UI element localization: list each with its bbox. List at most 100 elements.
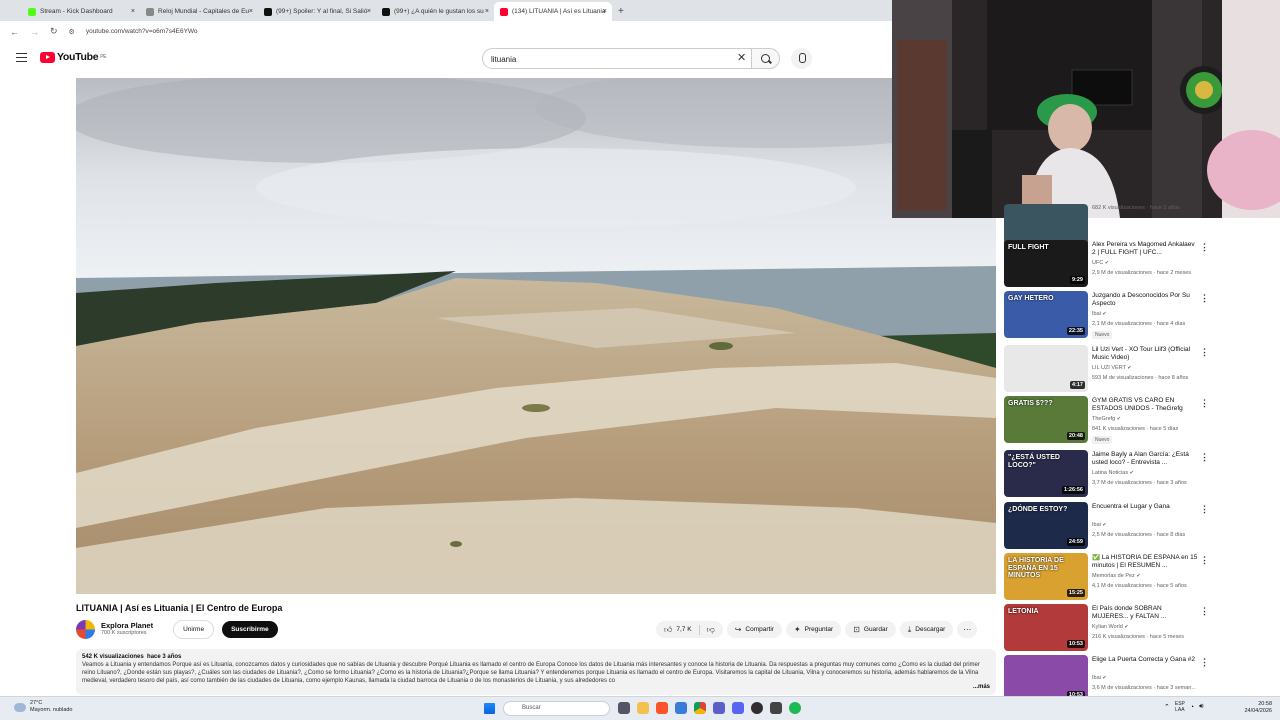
video-thumbnail[interactable]: 10:53: [1004, 655, 1088, 702]
brave-icon[interactable]: [656, 702, 668, 714]
tab-close-icon[interactable]: ×: [485, 8, 489, 15]
tab-close-icon[interactable]: ×: [131, 8, 135, 15]
more-options-icon[interactable]: ⋮: [1200, 657, 1209, 668]
url-field[interactable]: youtube.com/watch?v=o6m7s4E6YWo: [86, 28, 198, 35]
spotify-icon[interactable]: [789, 702, 801, 714]
more-options-icon[interactable]: ⋮: [1200, 555, 1209, 566]
video-thumbnail[interactable]: "¿ESTÁ USTED LOCO?" 1:26:56: [1004, 450, 1088, 497]
menu-icon[interactable]: [16, 53, 27, 62]
recommendation-channel[interactable]: TheGrefg ✔: [1092, 416, 1121, 422]
recommendation-item[interactable]: LA HISTORIA DE ESPAÑA EN 15 MINUTOS 15:25…: [1004, 553, 1280, 601]
recommendation-title[interactable]: Elige La Puerta Correcta y Gana #2: [1092, 656, 1198, 664]
video-player[interactable]: [76, 78, 996, 594]
channel-name[interactable]: Explora Planet: [101, 621, 153, 630]
recommendation-item[interactable]: GAY HETERO 22:35 Juzgando a Desconocidos P…: [1004, 291, 1280, 339]
show-more-link[interactable]: ...más: [969, 682, 990, 691]
recommendation-title[interactable]: Alex Pereira vs Magomed Ankalaev 2 | FUL…: [1092, 241, 1198, 258]
browser-tab[interactable]: Stream - Kick Dashboard ×: [22, 2, 140, 21]
thumbnail-text: GRATIS $???: [1008, 400, 1053, 407]
save-button[interactable]: ⊡ Guardar: [845, 621, 896, 638]
recommendation-title[interactable]: GYM GRATIS VS CARO EN ESTADOS UNIDOS - T…: [1092, 397, 1198, 414]
taskbar-clock[interactable]: 20:58 24/04/2026: [1228, 701, 1272, 715]
recommendation-channel[interactable]: LIL UZI VERT ✔: [1092, 365, 1132, 371]
tab-close-icon[interactable]: ×: [249, 8, 253, 15]
more-options-icon[interactable]: ⋮: [1200, 606, 1209, 617]
tab-close-icon[interactable]: ×: [367, 8, 371, 15]
video-thumbnail[interactable]: FULL FIGHT 9:29: [1004, 240, 1088, 287]
more-options-icon[interactable]: ⋮: [1200, 242, 1209, 253]
chevron-up-icon[interactable]: ⌃: [1164, 703, 1170, 711]
teams-icon[interactable]: [713, 702, 725, 714]
more-actions-button[interactable]: ⋯: [957, 621, 978, 638]
discord-icon[interactable]: [732, 702, 744, 714]
recommendation-item[interactable]: "¿ESTÁ USTED LOCO?" 1:26:56 Jaime Bayly a …: [1004, 450, 1280, 498]
recommendation-item[interactable]: GRATIS $??? 20:48 GYM GRATIS VS CARO EN ES…: [1004, 396, 1280, 444]
recommendation-title[interactable]: ✅ La HISTORIA DE ESPAÑA en 15 minutos | …: [1092, 554, 1198, 571]
video-thumbnail[interactable]: ¿DÓNDE ESTOY? 24:59: [1004, 502, 1088, 549]
file-explorer-icon[interactable]: [637, 702, 649, 714]
browser-tab[interactable]: (134) LITUANIA | Así es Lituania ×: [494, 2, 612, 21]
more-options-icon[interactable]: ⋮: [1200, 398, 1209, 409]
language-indicator[interactable]: ESP LAA: [1175, 701, 1185, 713]
wifi-icon[interactable]: ◔: [1190, 704, 1194, 711]
join-button[interactable]: Unirme: [173, 619, 215, 639]
windows-start-icon[interactable]: [484, 703, 495, 714]
browser-tab[interactable]: Reloj Mundial - Capitales de Eu ×: [140, 2, 258, 21]
recommendation-title[interactable]: Juzgando a Desconocidos Por Su Aspecto: [1092, 292, 1198, 309]
recommendation-title[interactable]: Lil Uzi Vert - XO Tour Llif3 (Official M…: [1092, 346, 1198, 363]
recommendation-channel[interactable]: Ibai ✔: [1092, 311, 1107, 317]
more-options-icon[interactable]: ⋮: [1200, 347, 1209, 358]
duration-badge: 22:35: [1066, 327, 1085, 335]
more-options-icon[interactable]: ⋮: [1200, 504, 1209, 515]
download-button[interactable]: ⤓ Descargar: [899, 621, 954, 638]
browser-tab[interactable]: (99+) ¿A quién le gustan los su ×: [376, 2, 494, 21]
recommendation-item[interactable]: 4:17 Lil Uzi Vert - XO Tour Llif3 (Offici…: [1004, 345, 1280, 393]
recommendation-title[interactable]: Jaime Bayly a Alan García: ¿Está usted l…: [1092, 451, 1198, 468]
youtube-logo[interactable]: YouTube PE: [40, 51, 107, 63]
recommendation-channel[interactable]: Ibai ✔: [1092, 675, 1107, 681]
clear-search-icon[interactable]: ✕: [737, 51, 746, 64]
recommendation-item[interactable]: FULL FIGHT 9:29 Alex Pereira vs Magomed An…: [1004, 240, 1280, 288]
reload-icon[interactable]: ↻: [50, 26, 58, 37]
recommendation-title[interactable]: El País donde SOBRAN MUJERES... y FALTAN…: [1092, 605, 1198, 622]
forward-icon[interactable]: →: [30, 27, 39, 37]
volume-icon[interactable]: 🔊︎: [1199, 703, 1203, 711]
ask-button[interactable]: ✦ Preguntar: [785, 621, 842, 638]
recommendation-channel[interactable]: Memorias de Pez ✔: [1092, 573, 1141, 579]
thumbs-down-icon[interactable]: 👎︎: [707, 625, 715, 634]
task-view-icon[interactable]: [618, 702, 630, 714]
video-thumbnail[interactable]: GAY HETERO 22:35: [1004, 291, 1088, 338]
recommendation-item[interactable]: LETONIA 10:53 El País donde SOBRAN MUJERES…: [1004, 604, 1280, 652]
recommendation-title[interactable]: Encuentra el Lugar y Gana: [1092, 503, 1198, 511]
site-settings-icon[interactable]: ⚙: [69, 28, 75, 36]
recommendation-channel[interactable]: Kylian World ✔: [1092, 624, 1129, 630]
video-thumbnail[interactable]: LA HISTORIA DE ESPAÑA EN 15 MINUTOS 15:25: [1004, 553, 1088, 600]
like-button[interactable]: 👍︎ 7,7 K 👎︎: [656, 621, 723, 638]
video-description[interactable]: 542 K visualizaciones hace 3 años Veamos…: [76, 649, 996, 695]
voice-search-icon[interactable]: [791, 48, 812, 69]
taskbar-search[interactable]: Buscar: [503, 701, 610, 716]
back-icon[interactable]: ←: [10, 27, 19, 37]
store-icon[interactable]: [675, 702, 687, 714]
more-options-icon[interactable]: ⋮: [1200, 452, 1209, 463]
recommendation-channel[interactable]: UFC ✔: [1092, 260, 1109, 266]
video-thumbnail[interactable]: 4:17: [1004, 345, 1088, 392]
search-input[interactable]: lituania: [482, 48, 752, 69]
tab-close-icon[interactable]: ×: [603, 8, 607, 15]
chrome-icon[interactable]: [694, 702, 706, 714]
recommendation-channel[interactable]: Latina Noticias ✔: [1092, 470, 1134, 476]
obs-icon[interactable]: [751, 702, 763, 714]
browser-tab[interactable]: (99+) Spoiler: Y al final, Si Salió ×: [258, 2, 376, 21]
video-thumbnail[interactable]: GRATIS $??? 20:48: [1004, 396, 1088, 443]
more-options-icon[interactable]: ⋮: [1200, 293, 1209, 304]
weather-widget[interactable]: 27°C Mayorm. nublado: [14, 700, 73, 714]
share-button[interactable]: ↪ Compartir: [726, 621, 782, 638]
recommendation-channel[interactable]: Ibai ✔: [1092, 522, 1107, 528]
new-tab-button[interactable]: +: [618, 2, 624, 21]
channel-avatar[interactable]: [76, 619, 95, 639]
app-icon[interactable]: [770, 702, 782, 714]
video-thumbnail[interactable]: LETONIA 10:53: [1004, 604, 1088, 651]
search-button[interactable]: [752, 48, 780, 69]
recommendation-item[interactable]: ¿DÓNDE ESTOY? 24:59 Encuentra el Lugar y G…: [1004, 502, 1280, 550]
subscribe-button[interactable]: Suscribirme: [222, 620, 278, 638]
